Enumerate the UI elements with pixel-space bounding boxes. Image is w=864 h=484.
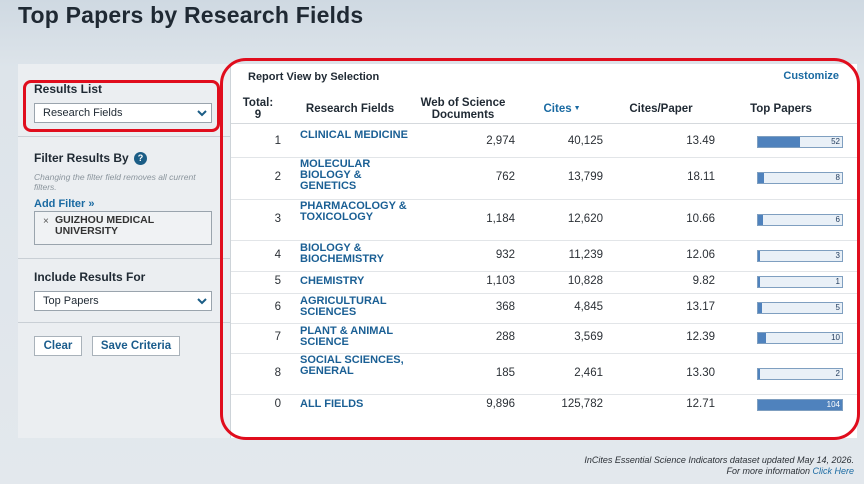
report-highlight (220, 58, 860, 440)
divider (18, 136, 230, 137)
save-criteria-button[interactable]: Save Criteria (92, 336, 180, 356)
add-filter-link[interactable]: Add Filter » (34, 198, 95, 210)
more-info-text: For more information (726, 466, 813, 476)
clear-button[interactable]: Clear (34, 336, 82, 356)
remove-filter-icon[interactable]: × (43, 216, 49, 227)
chevron-down-icon (197, 298, 207, 305)
filter-chip-label: GUIZHOU MEDICAL UNIVERSITY (55, 214, 154, 237)
include-results-select[interactable]: Top Papers (34, 291, 212, 311)
page-title: Top Papers by Research Fields (18, 2, 364, 28)
click-here-link[interactable]: Click Here (812, 466, 854, 476)
divider (18, 322, 230, 323)
filter-results-label: Filter Results By ? (34, 151, 148, 165)
filter-chip: × GUIZHOU MEDICAL UNIVERSITY (34, 211, 212, 245)
help-icon[interactable]: ? (134, 152, 148, 165)
results-list-highlight (23, 80, 220, 132)
include-results-value: Top Papers (43, 295, 99, 307)
include-results-label: Include Results For (34, 270, 146, 284)
dataset-note: InCites Essential Science Indicators dat… (584, 455, 854, 465)
filter-results-text: Filter Results By (34, 151, 129, 165)
divider (18, 258, 230, 259)
filter-hint: Changing the filter field removes all cu… (34, 172, 196, 192)
more-info: For more information Click Here (726, 466, 854, 476)
